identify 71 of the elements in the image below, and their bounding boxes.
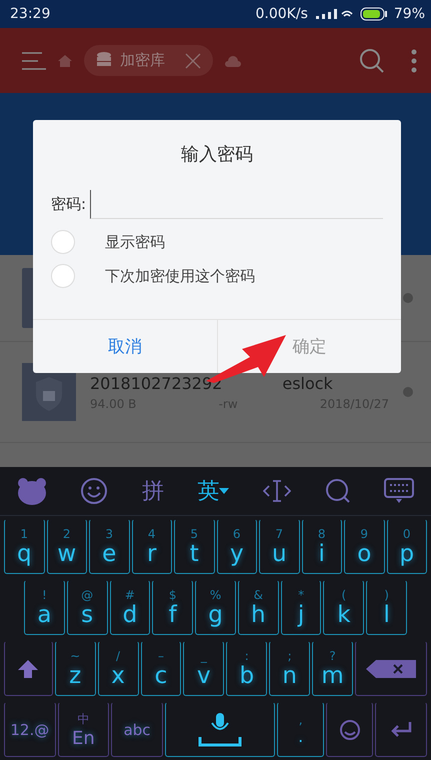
key[interactable]: ; n bbox=[269, 641, 310, 696]
backspace-key[interactable] bbox=[355, 641, 428, 696]
menu-icon bbox=[22, 50, 46, 70]
input-mode-tab[interactable]: 拼 bbox=[142, 476, 164, 506]
microphone-icon bbox=[198, 712, 242, 746]
key[interactable]: $ f bbox=[152, 580, 194, 635]
key[interactable]: 9 o bbox=[344, 519, 384, 574]
file-icon bbox=[22, 268, 34, 328]
cursor-icon bbox=[263, 479, 292, 503]
key[interactable]: # d bbox=[110, 580, 150, 635]
key[interactable]: 1 q bbox=[4, 519, 44, 574]
more-icon bbox=[411, 48, 417, 72]
radio-button[interactable] bbox=[51, 230, 75, 254]
status-dot bbox=[403, 293, 413, 303]
option-label: 下次加密使用这个密码 bbox=[105, 266, 255, 286]
key[interactable]: 2 w bbox=[46, 519, 87, 574]
bear-logo-icon bbox=[16, 477, 47, 505]
key[interactable]: _ v bbox=[183, 641, 224, 696]
close-icon bbox=[185, 52, 201, 68]
battery-icon bbox=[360, 7, 388, 21]
key[interactable]: % g bbox=[195, 580, 236, 635]
file-name: 2018102723292 bbox=[90, 374, 222, 392]
field-label: 密码: bbox=[51, 195, 86, 214]
enter-key[interactable] bbox=[375, 702, 427, 757]
backspace-icon bbox=[366, 660, 416, 678]
input-mode-tab[interactable]: 英 bbox=[197, 476, 230, 506]
password-field[interactable] bbox=[90, 190, 383, 219]
radio-button[interactable] bbox=[51, 264, 75, 288]
clock-time: 23:29 bbox=[10, 6, 50, 22]
punctuation-key[interactable]: , . bbox=[277, 702, 324, 757]
enter-icon bbox=[390, 722, 412, 738]
smiley-icon bbox=[338, 718, 361, 740]
key[interactable]: 8 i bbox=[302, 519, 342, 574]
key[interactable]: ) l bbox=[366, 580, 408, 635]
key[interactable]: 4 r bbox=[132, 519, 172, 574]
key[interactable]: @ s bbox=[66, 580, 108, 635]
key[interactable]: ? m bbox=[312, 641, 354, 696]
space-key[interactable] bbox=[164, 702, 276, 757]
key[interactable]: ( k bbox=[323, 580, 364, 635]
key[interactable]: 0 p bbox=[386, 519, 427, 574]
file-name: eslock bbox=[282, 374, 333, 392]
key[interactable]: ! a bbox=[24, 580, 65, 635]
search-icon bbox=[324, 478, 351, 504]
key[interactable]: abc bbox=[111, 702, 163, 757]
cloud-icon bbox=[225, 54, 241, 66]
up-arrow-icon bbox=[17, 658, 40, 680]
signal-icon bbox=[314, 8, 354, 20]
key[interactable]: 5 t bbox=[174, 519, 214, 574]
key[interactable]: – c bbox=[140, 641, 182, 696]
key[interactable]: & h bbox=[238, 580, 279, 635]
key[interactable]: : b bbox=[226, 641, 268, 696]
battery-percent: 79% bbox=[394, 6, 425, 22]
key[interactable]: 12.@ bbox=[4, 702, 56, 757]
home-icon bbox=[58, 54, 72, 66]
option-label: 显示密码 bbox=[105, 232, 165, 252]
emoji-key[interactable] bbox=[326, 702, 374, 757]
shift-key[interactable] bbox=[4, 641, 53, 696]
status-dot bbox=[403, 387, 413, 397]
key[interactable]: 3 e bbox=[89, 519, 130, 574]
key[interactable]: * j bbox=[280, 580, 322, 635]
key[interactable]: / x bbox=[98, 641, 138, 696]
language-key[interactable]: 中 En bbox=[58, 702, 110, 757]
network-speed: 0.00K/s bbox=[256, 6, 308, 22]
dialog-title: 输入密码 bbox=[180, 143, 254, 167]
caret-icon bbox=[219, 488, 230, 494]
key[interactable]: 7 u bbox=[259, 519, 300, 574]
keyboard-icon bbox=[384, 478, 414, 504]
smiley-icon bbox=[80, 477, 108, 505]
search-icon bbox=[359, 48, 385, 74]
key[interactable]: 6 y bbox=[216, 519, 257, 574]
key[interactable]: ~ z bbox=[54, 641, 96, 696]
